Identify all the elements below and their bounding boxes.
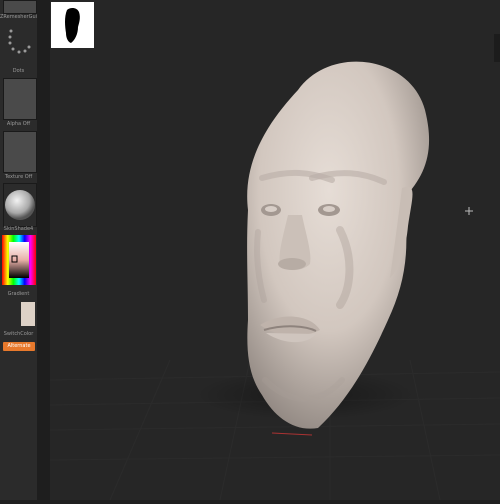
head-silhouette-icon <box>65 7 80 43</box>
stroke-dots-slot[interactable] <box>3 24 37 66</box>
material-slot[interactable] <box>3 183 37 227</box>
material-label: SkinShade4 <box>3 226 34 232</box>
dots-stroke-icon <box>8 29 31 54</box>
texture-label: Texture Off <box>4 174 33 180</box>
switch-color-label: SwitchColor <box>3 331 34 337</box>
main-color-swatch[interactable] <box>21 302 35 326</box>
crosshair-icon <box>465 207 473 215</box>
stroke-label: Dots <box>12 68 25 74</box>
color-picker[interactable] <box>2 235 36 285</box>
texture-slot[interactable] <box>3 131 37 173</box>
sculpt-canvas[interactable] <box>49 0 500 501</box>
shelf-scroll-strip[interactable] <box>37 0 50 500</box>
zremesher-slot[interactable] <box>3 0 37 14</box>
axis-line <box>271 432 313 436</box>
gradient-label: Gradient <box>7 291 30 297</box>
swatch-slot[interactable] <box>3 299 37 329</box>
color-saturation-field[interactable] <box>9 242 29 278</box>
material-sphere-icon <box>5 190 35 220</box>
left-shelf: ZRemesherGui Dots Alpha Off Texture Off <box>0 0 38 500</box>
alpha-slot[interactable] <box>3 78 37 120</box>
zremesher-label: ZRemesherGui <box>0 14 37 20</box>
color-cursor-icon <box>11 255 18 263</box>
navigation-thumbnail[interactable] <box>51 2 94 48</box>
viewport-side-controls[interactable] <box>494 34 500 62</box>
document-viewport[interactable] <box>49 0 500 501</box>
alternate-button[interactable]: Alternate <box>3 342 35 351</box>
alpha-label: Alpha Off <box>6 121 31 127</box>
